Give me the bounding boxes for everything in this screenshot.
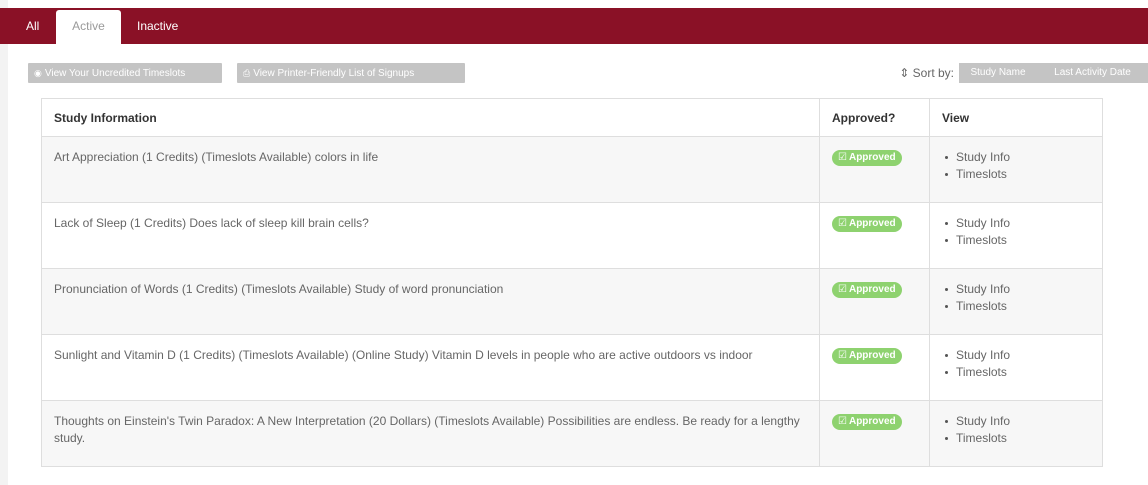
status-badge: ☑ Approved (832, 282, 902, 298)
timeslots-link[interactable]: Timeslots (945, 364, 1090, 381)
view-printer-label: View Printer-Friendly List of Signups (253, 68, 415, 79)
study-info-link[interactable]: Study Info (945, 215, 1090, 232)
table-row: Thoughts on Einstein's Twin Paradox: A N… (41, 400, 1103, 467)
timeslots-link[interactable]: Timeslots (945, 298, 1090, 315)
checkbox-check-icon: ☑ (838, 416, 847, 427)
status-badge-label: Approved (848, 350, 896, 361)
header-view: View (929, 98, 1103, 137)
approved-cell: ☑ Approved (819, 268, 930, 335)
study-info-cell: Thoughts on Einstein's Twin Paradox: A N… (41, 400, 820, 467)
tab-active[interactable]: Active (56, 10, 121, 44)
table-row: Lack of Sleep (1 Credits) Does lack of s… (41, 202, 1103, 269)
view-cell: Study Info Timeslots (929, 400, 1103, 467)
table-row: Sunlight and Vitamin D (1 Credits) (Time… (41, 334, 1103, 401)
header-study-information: Study Information (41, 98, 820, 137)
sort-icon: ⇕ (899, 66, 910, 80)
sort-label-wrap: ⇕ Sort by: (899, 63, 954, 83)
study-title[interactable]: Art Appreciation (1 Credits) (Timeslots … (54, 150, 378, 164)
study-title[interactable]: Thoughts on Einstein's Twin Paradox: A N… (54, 414, 800, 445)
study-info-cell: Art Appreciation (1 Credits) (Timeslots … (41, 136, 820, 203)
study-info-link[interactable]: Study Info (945, 413, 1090, 430)
table-row: Art Appreciation (1 Credits) (Timeslots … (41, 136, 1103, 203)
approved-cell: ☑ Approved (819, 202, 930, 269)
study-title[interactable]: Lack of Sleep (1 Credits) Does lack of s… (54, 216, 369, 230)
timeslots-link[interactable]: Timeslots (945, 166, 1090, 183)
sort-label: Sort by: (912, 66, 954, 80)
tab-all[interactable]: All (26, 8, 39, 44)
tab-bar: All Active Inactive (0, 8, 1148, 44)
approved-cell: ☑ Approved (819, 334, 930, 401)
view-cell: Study Info Timeslots (929, 268, 1103, 335)
table-row: Pronunciation of Words (1 Credits) (Time… (41, 268, 1103, 335)
timeslots-link[interactable]: Timeslots (945, 430, 1090, 447)
view-uncredited-label: View Your Uncredited Timeslots (44, 68, 186, 79)
study-title[interactable]: Pronunciation of Words (1 Credits) (Time… (54, 282, 503, 296)
view-links: Study Info Timeslots (942, 413, 1090, 447)
header-approved: Approved? (819, 98, 930, 137)
study-info-link[interactable]: Study Info (945, 347, 1090, 364)
view-cell: Study Info Timeslots (929, 136, 1103, 203)
status-badge: ☑ Approved (832, 150, 902, 166)
status-badge: ☑ Approved (832, 348, 902, 364)
study-title[interactable]: Sunlight and Vitamin D (1 Credits) (Time… (54, 348, 753, 362)
view-links: Study Info Timeslots (942, 215, 1090, 249)
sort-last-activity-button[interactable]: Last Activity Date (1037, 63, 1148, 83)
checkbox-check-icon: ☑ (838, 284, 847, 295)
checkbox-check-icon: ☑ (838, 218, 847, 229)
study-info-link[interactable]: Study Info (945, 281, 1090, 298)
view-cell: Study Info Timeslots (929, 334, 1103, 401)
study-info-cell: Lack of Sleep (1 Credits) Does lack of s… (41, 202, 820, 269)
eye-icon: ◉ (34, 68, 42, 78)
study-info-link[interactable]: Study Info (945, 149, 1090, 166)
status-badge-label: Approved (848, 218, 896, 229)
status-badge-label: Approved (848, 152, 896, 163)
table-header-row: Study Information Approved? View (41, 98, 1103, 137)
timeslots-link[interactable]: Timeslots (945, 232, 1090, 249)
study-info-cell: Sunlight and Vitamin D (1 Credits) (Time… (41, 334, 820, 401)
view-links: Study Info Timeslots (942, 281, 1090, 315)
status-badge-label: Approved (848, 284, 896, 295)
view-links: Study Info Timeslots (942, 149, 1090, 183)
sort-study-name-button[interactable]: Study Name (959, 63, 1037, 83)
printer-icon: ⎙ (243, 68, 251, 78)
approved-cell: ☑ Approved (819, 136, 930, 203)
studies-table: Study Information Approved? View Art App… (41, 98, 1103, 467)
status-badge: ☑ Approved (832, 414, 902, 430)
approved-cell: ☑ Approved (819, 400, 930, 467)
checkbox-check-icon: ☑ (838, 350, 847, 361)
view-printer-friendly-button[interactable]: ⎙ View Printer-Friendly List of Signups (237, 63, 465, 83)
status-badge-label: Approved (848, 416, 896, 427)
status-badge: ☑ Approved (832, 216, 902, 232)
view-cell: Study Info Timeslots (929, 202, 1103, 269)
view-uncredited-timeslots-button[interactable]: ◉ View Your Uncredited Timeslots (28, 63, 222, 83)
checkbox-check-icon: ☑ (838, 152, 847, 163)
view-links: Study Info Timeslots (942, 347, 1090, 381)
tab-inactive[interactable]: Inactive (137, 8, 178, 44)
study-info-cell: Pronunciation of Words (1 Credits) (Time… (41, 268, 820, 335)
